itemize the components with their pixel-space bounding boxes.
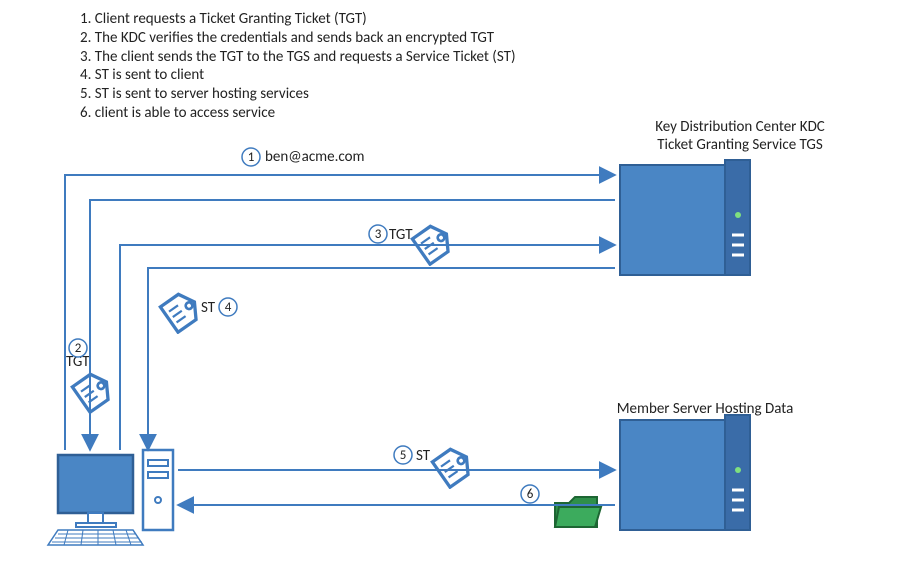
- svg-text:6: 6: [527, 487, 534, 502]
- marker-5: 5: [394, 446, 412, 464]
- marker-1: 1: [242, 148, 260, 166]
- arrow-2: [90, 200, 615, 450]
- marker-4: 4: [219, 298, 237, 316]
- marker-2: 2: [69, 339, 87, 357]
- arrow-3: [120, 245, 615, 450]
- svg-text:3: 3: [375, 227, 382, 242]
- svg-text:1: 1: [248, 150, 255, 165]
- marker-6: 6: [521, 485, 539, 503]
- member-server-icon: [620, 415, 750, 530]
- diagram-canvas: 1 2 3 4 5 6: [0, 0, 919, 564]
- arrow-4: [148, 268, 615, 450]
- kdc-server-icon: [620, 160, 750, 275]
- svg-text:2: 2: [75, 341, 82, 356]
- folder-icon: [555, 497, 601, 527]
- client-computer-icon: [48, 450, 173, 545]
- ticket-icon-tgt-3: [412, 221, 455, 264]
- svg-text:4: 4: [225, 300, 232, 315]
- svg-text:5: 5: [400, 448, 407, 463]
- ticket-icon-st-4: [160, 289, 203, 332]
- marker-3: 3: [369, 225, 387, 243]
- ticket-icon-tgt-2: [72, 369, 115, 412]
- ticket-icon-st-5: [432, 444, 475, 487]
